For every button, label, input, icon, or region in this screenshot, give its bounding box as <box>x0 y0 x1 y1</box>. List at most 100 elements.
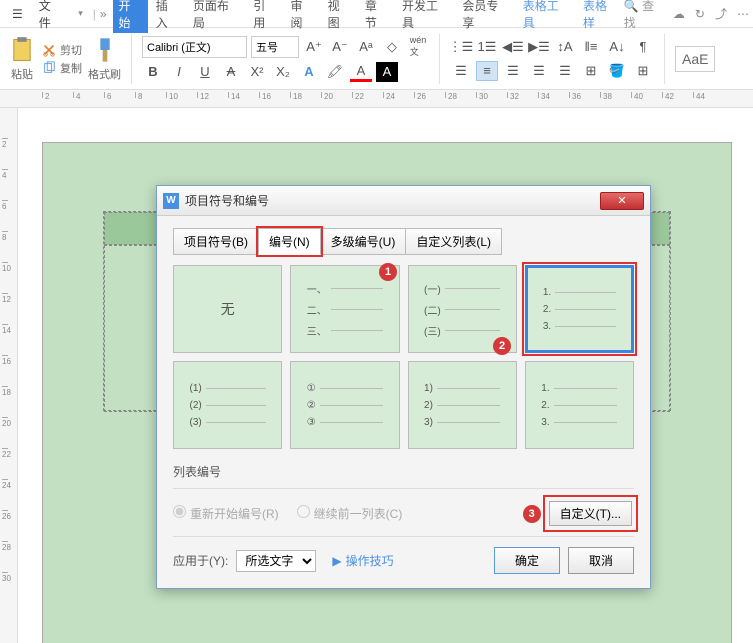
copy-button[interactable]: 复制 <box>42 60 82 76</box>
change-case-icon[interactable]: Aᵃ <box>355 37 377 57</box>
clipboard-group: 剪切 复制 <box>42 42 82 76</box>
num-style-circled[interactable]: ① ② ③ <box>290 361 399 449</box>
format-painter-button[interactable]: 格式刷 <box>88 36 121 82</box>
sample: (二) <box>424 302 441 317</box>
num-style-right-paren[interactable]: 1) 2) 3) <box>408 361 517 449</box>
share-icon[interactable]: ⤴ <box>715 5 727 22</box>
tab-bullets[interactable]: 项目符号(B) <box>173 228 259 255</box>
tab-table-tools[interactable]: 表格工具 <box>517 0 575 33</box>
ribbon: 粘贴 剪切 复制 格式刷 A⁺ A⁻ Aᵃ ◇ wén文 B I U A <box>0 28 753 90</box>
close-button[interactable]: ✕ <box>600 192 644 210</box>
text-effect-icon[interactable]: A <box>298 62 320 82</box>
sort-icon[interactable]: A↓ <box>606 37 628 57</box>
subscript-icon[interactable]: X₂ <box>272 62 294 82</box>
tab-review[interactable]: 审阅 <box>284 0 319 33</box>
style-gallery[interactable]: AaE <box>675 46 715 72</box>
tips-link[interactable]: ▶ 操作技巧 <box>332 552 393 569</box>
dialog-titlebar[interactable]: W 项目符号和编号 ✕ <box>157 186 650 216</box>
tab-insert[interactable]: 插入 <box>150 0 185 33</box>
file-menu[interactable]: 文件 <box>31 0 70 33</box>
font-size-select[interactable] <box>251 36 299 58</box>
tab-references[interactable]: 引用 <box>247 0 282 33</box>
numbering-icon[interactable]: 1☰ <box>476 37 498 57</box>
sample: (2) <box>190 400 202 411</box>
sample: 2. <box>543 304 551 315</box>
paste-button[interactable]: 粘贴 <box>8 36 36 82</box>
text-direction-icon[interactable]: ↕A <box>554 37 576 57</box>
borders-icon[interactable]: ⊞ <box>632 61 654 81</box>
clear-format-icon[interactable]: ◇ <box>381 37 403 57</box>
restart-radio-input[interactable] <box>173 505 186 518</box>
align-left-icon[interactable]: ☰ <box>450 61 472 81</box>
tab-settings-icon[interactable]: ⊞ <box>580 61 602 81</box>
tab-table-style[interactable]: 表格样 <box>577 0 624 33</box>
history-icon[interactable]: ↻ <box>695 7 705 21</box>
align-right-icon[interactable]: ☰ <box>502 61 524 81</box>
decrease-font-icon[interactable]: A⁻ <box>329 37 351 57</box>
superscript-icon[interactable]: X² <box>246 62 268 82</box>
custom-button[interactable]: 自定义(T)... <box>549 501 632 526</box>
tab-home[interactable]: 开始 <box>113 0 148 33</box>
align-justify-icon[interactable]: ☰ <box>528 61 550 81</box>
menubar-right: 🔍 查找 ☁ ↻ ⤴ ⋯ <box>624 0 749 31</box>
overflow-icon[interactable]: » <box>100 7 107 21</box>
shading-icon[interactable]: 🪣 <box>606 61 628 81</box>
cut-button[interactable]: 剪切 <box>42 42 82 58</box>
continue-radio-input[interactable] <box>297 505 310 518</box>
sample: (1) <box>190 383 202 394</box>
tab-page-layout[interactable]: 页面布局 <box>187 0 245 33</box>
tab-multilevel[interactable]: 多级编号(U) <box>320 228 407 255</box>
hamburger-icon[interactable]: ☰ <box>4 5 31 23</box>
restart-radio[interactable]: 重新开始编号(R) <box>173 505 279 522</box>
dialog-title-text: 项目符号和编号 <box>185 192 269 209</box>
strikethrough-icon[interactable]: A <box>220 62 242 82</box>
num-style-arabic-dot[interactable]: 1. 2. 3. <box>525 265 634 353</box>
num-style-paren[interactable]: (1) (2) (3) <box>173 361 282 449</box>
sample: (3) <box>190 417 202 428</box>
increase-font-icon[interactable]: A⁺ <box>303 37 325 57</box>
more-icon[interactable]: ⋯ <box>737 7 749 21</box>
cloud-icon[interactable]: ☁ <box>673 7 685 21</box>
dialog-tabs: 项目符号(B) 编号(N) 多级编号(U) 自定义列表(L) <box>173 228 634 255</box>
tab-numbers[interactable]: 编号(N) <box>258 228 321 255</box>
tab-member[interactable]: 会员专享 <box>456 0 514 33</box>
search-button[interactable]: 🔍 查找 <box>624 0 663 31</box>
distribute-icon[interactable]: ☰ <box>554 61 576 81</box>
show-marks-icon[interactable]: ¶ <box>632 37 654 57</box>
sample: (三) <box>424 323 441 338</box>
tips-label: 操作技巧 <box>346 552 394 569</box>
font-select[interactable] <box>142 36 247 58</box>
line-spacing-icon[interactable]: ‖≡ <box>580 37 602 57</box>
italic-icon[interactable]: I <box>168 62 190 82</box>
bullets-icon[interactable]: ⋮☰ <box>450 37 472 57</box>
num-style-arabic-dot-alt[interactable]: 1. 2. 3. <box>525 361 634 449</box>
decrease-indent-icon[interactable]: ◀☰ <box>502 37 524 57</box>
char-shading-icon[interactable]: A <box>376 62 398 82</box>
apply-select[interactable]: 所选文字 <box>236 550 316 572</box>
bold-icon[interactable]: B <box>142 62 164 82</box>
num-style-none[interactable]: 无 <box>173 265 282 353</box>
horizontal-ruler: 2468101214161820222426283032343638404244 <box>0 90 753 108</box>
sample: ① <box>307 383 316 394</box>
tab-chapter[interactable]: 章节 <box>359 0 394 33</box>
file-dropdown-icon[interactable]: ▾ <box>70 6 91 21</box>
sample: 二、 <box>307 302 327 317</box>
font-color-icon[interactable]: A <box>350 62 372 82</box>
sample: 2. <box>541 400 549 411</box>
increase-indent-icon[interactable]: ▶☰ <box>528 37 550 57</box>
continue-radio[interactable]: 继续前一列表(C) <box>297 505 403 522</box>
tab-custom-list[interactable]: 自定义列表(L) <box>405 228 502 255</box>
align-center-icon[interactable]: ≡ <box>476 61 498 81</box>
underline-icon[interactable]: U <box>194 62 216 82</box>
ok-button[interactable]: 确定 <box>494 547 560 574</box>
tab-view[interactable]: 视图 <box>322 0 357 33</box>
highlight-icon[interactable]: 🖍 <box>324 62 346 82</box>
sample: 3. <box>541 417 549 428</box>
bullets-numbering-dialog: W 项目符号和编号 ✕ 项目符号(B) 编号(N) 多级编号(U) 自定义列表(… <box>156 185 651 589</box>
cancel-button[interactable]: 取消 <box>568 547 634 574</box>
dialog-footer: 应用于(Y): 所选文字 ▶ 操作技巧 确定 取消 <box>173 536 634 574</box>
phonetic-icon[interactable]: wén文 <box>407 37 429 57</box>
ribbon-separator <box>131 34 132 84</box>
ribbon-tabs: 开始 插入 页面布局 引用 审阅 视图 章节 开发工具 会员专享 表格工具 表格… <box>113 0 624 33</box>
tab-developer[interactable]: 开发工具 <box>396 0 454 33</box>
